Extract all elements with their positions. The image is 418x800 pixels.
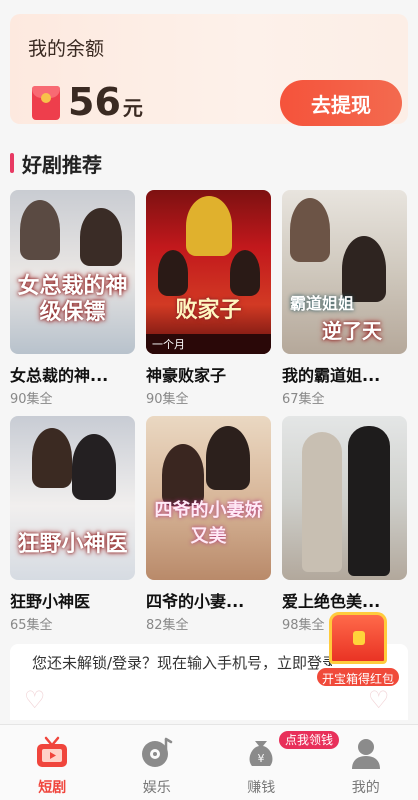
poster-figure (230, 250, 260, 296)
drama-name[interactable]: 爱上绝色美... (282, 588, 407, 612)
drama-card[interactable]: 四爷的小妻娇又美 四爷的小妻... 82集全 (146, 416, 271, 642)
episode-count: 90集全 (10, 392, 53, 407)
balance-amount: 56 元 (68, 80, 143, 130)
drama-card[interactable]: 女总裁的神级保镖 女总裁的神... 90集全 (10, 190, 135, 416)
drama-poster[interactable]: 女总裁的神级保镖 (10, 190, 135, 354)
user-icon (351, 739, 380, 769)
red-packet-icon (32, 86, 60, 120)
money-bag-icon: ¥ (249, 741, 273, 766)
bottom-nav: 短剧 娱乐 ¥ 点我领钱 赚钱 我的 (0, 724, 418, 800)
drama-name[interactable]: 四爷的小妻... (146, 588, 271, 612)
nav-item-mine[interactable]: 我的 (314, 725, 418, 800)
episode-count: 67集全 (282, 392, 325, 407)
nav-label: 短剧 (38, 780, 67, 796)
nav-label: 赚钱 (247, 780, 276, 796)
section-title: 好剧推荐 (22, 152, 102, 177)
treasure-chest-label: 开宝箱得红包 (315, 666, 401, 688)
drama-poster[interactable]: 霸道姐姐 逆了天 (282, 190, 407, 354)
balance-value: 56 (68, 80, 121, 124)
nav-item-short-drama[interactable]: 短剧 (0, 725, 105, 800)
drama-name[interactable]: 狂野小神医 (10, 588, 135, 612)
treasure-chest-button[interactable]: 开宝箱得红包 (315, 612, 401, 688)
episode-count: 82集全 (146, 618, 189, 633)
poster-figure (72, 434, 116, 500)
drama-name[interactable]: 神豪败家子 (146, 362, 271, 386)
poster-figure (290, 198, 330, 262)
withdraw-button[interactable]: 去提现 (280, 80, 402, 126)
poster-subtitle: 霸道姐姐 (290, 294, 355, 313)
heart-icon: ♡ (24, 686, 46, 714)
poster-figure (162, 444, 204, 506)
music-disc-icon (141, 737, 172, 767)
page: 我的余额 56 元 去提现 好剧推荐 女总裁的神级保镖 女总裁的神... 90集全… (0, 0, 418, 800)
poster-figure (80, 208, 122, 266)
drama-card[interactable]: 霸道姐姐 逆了天 我的霸道姐... 67集全 (282, 190, 407, 416)
poster-figure (32, 428, 72, 488)
treasure-chest-icon (329, 612, 387, 664)
poster-figure (348, 426, 390, 576)
nav-item-entertainment[interactable]: 娱乐 (105, 725, 210, 800)
nav-item-earn-money[interactable]: ¥ 点我领钱 赚钱 (209, 725, 340, 800)
poster-title: 败家子 (175, 298, 242, 323)
poster-title: 逆了天 (322, 319, 382, 343)
poster-figure (302, 432, 342, 572)
poster-title: 女总裁的神级保镖 (17, 274, 128, 325)
section-header: 好剧推荐 (10, 150, 102, 177)
balance-label: 我的余额 (28, 38, 105, 60)
poster-title: 狂野小神医 (17, 532, 128, 557)
nav-label: 我的 (351, 780, 380, 796)
poster-title: 四爷的小妻娇又美 (154, 500, 263, 547)
nav-label: 娱乐 (142, 780, 171, 796)
episode-count: 90集全 (146, 392, 189, 407)
poster-figure (158, 250, 188, 296)
balance-unit: 元 (122, 96, 143, 120)
poster-figure (186, 196, 232, 256)
drama-name[interactable]: 女总裁的神... (10, 362, 135, 386)
heart-icon: ♡ (368, 686, 390, 714)
poster-figure (20, 200, 60, 260)
drama-card[interactable]: 爱上绝色美... 98集全 (282, 416, 407, 642)
drama-card[interactable]: 狂野小神医 狂野小神医 65集全 (10, 416, 135, 642)
tv-icon (37, 736, 68, 767)
drama-grid: 女总裁的神级保镖 女总裁的神... 90集全 败家子 一个月 神豪败家子 90集… (10, 190, 408, 642)
drama-poster[interactable] (282, 416, 407, 580)
poster-figure (206, 426, 250, 490)
drama-card[interactable]: 败家子 一个月 神豪败家子 90集全 (146, 190, 271, 416)
poster-band: 一个月 (146, 334, 271, 354)
drama-name[interactable]: 我的霸道姐... (282, 362, 407, 386)
episode-count: 65集全 (10, 618, 53, 633)
svg-text:¥: ¥ (258, 752, 265, 765)
section-accent-bar (10, 153, 14, 173)
drama-poster[interactable]: 四爷的小妻娇又美 (146, 416, 271, 580)
login-prompt-text[interactable]: 您还未解锁/登录？现在输入手机号，立即登录 (32, 652, 332, 673)
drama-poster[interactable]: 狂野小神医 (10, 416, 135, 580)
balance-card: 我的余额 56 元 去提现 (10, 14, 408, 126)
drama-poster[interactable]: 败家子 一个月 (146, 190, 271, 354)
